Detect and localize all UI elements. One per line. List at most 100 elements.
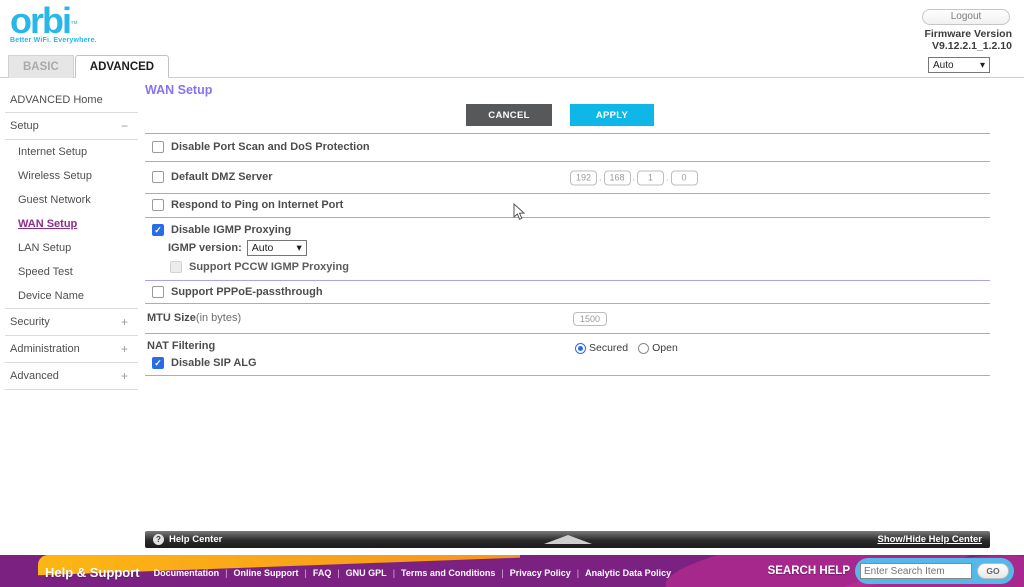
link-documentation[interactable]: Documentation	[154, 568, 220, 578]
nat-open-option[interactable]: Open	[638, 342, 678, 354]
main-content: WAN Setup CANCEL APPLY Disable Port Scan…	[145, 83, 990, 376]
port-scan-label: Disable Port Scan and DoS Protection	[171, 141, 370, 153]
footer-links: Documentation | Online Support | FAQ | G…	[154, 568, 672, 578]
open-radio[interactable]	[638, 343, 649, 354]
apply-button[interactable]: APPLY	[570, 104, 654, 126]
collapse-icon[interactable]: −	[121, 119, 128, 133]
open-label: Open	[652, 342, 678, 354]
wan-setup-form: Disable Port Scan and DoS Protection Def…	[145, 133, 990, 376]
tab-basic[interactable]: BASIC	[8, 55, 74, 78]
orbi-logo: orbi™ Better WiFi. Everywhere.	[10, 2, 97, 44]
chevron-down-icon: ▾	[296, 242, 301, 254]
sidebar-item-setup[interactable]: Setup−	[0, 113, 140, 139]
row-mtu: MTU Size(in bytes)	[145, 304, 990, 334]
sidebar-item-guest-network[interactable]: Guest Network	[0, 188, 140, 212]
dmz-ip-octet-3[interactable]	[637, 170, 664, 185]
firmware-version-block: Firmware Version V9.12.2.1_1.2.10	[924, 28, 1012, 52]
page-title: WAN Setup	[145, 83, 990, 97]
show-hide-help-link[interactable]: Show/Hide Help Center	[877, 534, 982, 545]
link-terms[interactable]: Terms and Conditions	[401, 568, 495, 578]
go-button[interactable]: GO	[977, 563, 1009, 579]
sidebar-item-advanced[interactable]: Advanced+	[0, 363, 140, 389]
sidebar-item-wireless-setup[interactable]: Wireless Setup	[0, 164, 140, 188]
row-nat: NAT Filtering Secured Open ✓	[145, 334, 990, 376]
secured-label: Secured	[589, 342, 628, 354]
firmware-version: V9.12.2.1_1.2.10	[924, 40, 1012, 52]
router-admin-page: orbi™ Better WiFi. Everywhere. Logout Fi…	[0, 0, 1024, 587]
language-dropdown[interactable]: Auto ▾	[928, 57, 990, 73]
pppoe-label: Support PPPoE-passthrough	[171, 286, 323, 298]
logout-button[interactable]: Logout	[922, 9, 1010, 25]
ping-checkbox[interactable]	[152, 199, 164, 211]
help-question-icon: ?	[153, 534, 164, 545]
row-port-scan: Disable Port Scan and DoS Protection	[145, 134, 990, 162]
row-dmz: Default DMZ Server . . .	[145, 162, 990, 194]
cancel-button[interactable]: CANCEL	[466, 104, 552, 126]
igmp-version-label: IGMP version:	[168, 242, 242, 254]
mtu-label-suffix: (in bytes)	[196, 312, 241, 324]
igmp-label: Disable IGMP Proxying	[171, 224, 291, 236]
row-pppoe: Support PPPoE-passthrough	[145, 281, 990, 304]
trademark-symbol: ™	[70, 20, 78, 29]
sip-alg-label: Disable SIP ALG	[171, 357, 257, 369]
pppoe-checkbox[interactable]	[152, 286, 164, 298]
link-gnu-gpl[interactable]: GNU GPL	[346, 568, 387, 578]
ping-label: Respond to Ping on Internet Port	[171, 199, 343, 211]
sidebar-divider	[5, 389, 138, 390]
sidebar-item-wan-setup[interactable]: WAN Setup	[0, 212, 140, 236]
search-pill: GO	[855, 558, 1014, 584]
expand-icon[interactable]: +	[121, 315, 128, 329]
dmz-ip-fields: . . .	[570, 170, 698, 185]
pccw-label: Support PCCW IGMP Proxying	[189, 261, 349, 273]
secured-radio[interactable]	[575, 343, 586, 354]
tab-bar: BASIC ADVANCED	[8, 55, 169, 78]
sidebar-item-security[interactable]: Security+	[0, 309, 140, 335]
sidebar-item-advanced-home[interactable]: ADVANCED Home	[0, 88, 140, 112]
link-analytic-data-policy[interactable]: Analytic Data Policy	[585, 568, 671, 578]
logo-text: orbi	[10, 0, 70, 41]
mtu-label: MTU Size	[147, 312, 196, 324]
dmz-ip-octet-2[interactable]	[604, 170, 631, 185]
dmz-label: Default DMZ Server	[171, 171, 272, 183]
ip-dot: .	[599, 173, 602, 183]
pccw-line: Support PCCW IGMP Proxying	[145, 261, 990, 273]
igmp-checkbox[interactable]: ✓	[152, 224, 164, 236]
link-online-support[interactable]: Online Support	[233, 568, 298, 578]
dmz-ip-octet-1[interactable]	[570, 170, 597, 185]
action-buttons: CANCEL APPLY	[145, 104, 990, 126]
igmp-version-dropdown[interactable]: Auto ▾	[247, 240, 307, 256]
expand-icon[interactable]: +	[121, 369, 128, 383]
link-privacy-policy[interactable]: Privacy Policy	[510, 568, 571, 578]
help-search-input[interactable]	[860, 563, 972, 579]
sidebar-item-lan-setup[interactable]: LAN Setup	[0, 236, 140, 260]
sidebar-item-administration[interactable]: Administration+	[0, 336, 140, 362]
mtu-size-input[interactable]	[573, 312, 607, 326]
nat-secured-option[interactable]: Secured	[575, 342, 628, 354]
pccw-checkbox[interactable]	[170, 261, 182, 273]
nat-radio-group: Secured Open	[575, 342, 678, 354]
igmp-version-line: IGMP version: Auto ▾	[145, 240, 990, 256]
sidebar-nav: ADVANCED Home Setup− Internet Setup Wire…	[0, 88, 140, 390]
expand-icon[interactable]: +	[121, 342, 128, 356]
link-faq[interactable]: FAQ	[313, 568, 332, 578]
help-panel-toggle-arrow-icon[interactable]	[544, 535, 592, 544]
dmz-checkbox[interactable]	[152, 171, 164, 183]
sip-alg-checkbox[interactable]: ✓	[152, 357, 164, 369]
row-ping: Respond to Ping on Internet Port	[145, 194, 990, 218]
help-support-title: Help & Support	[45, 565, 140, 580]
row-igmp: ✓ Disable IGMP Proxying IGMP version: Au…	[145, 218, 990, 281]
logo-tagline: Better WiFi. Everywhere.	[10, 37, 97, 44]
sidebar-item-speed-test[interactable]: Speed Test	[0, 260, 140, 284]
mouse-cursor-icon	[513, 203, 525, 226]
firmware-label: Firmware Version	[924, 28, 1012, 40]
dmz-ip-octet-4[interactable]	[671, 170, 698, 185]
sidebar-item-device-name[interactable]: Device Name	[0, 284, 140, 308]
ip-dot: .	[633, 173, 636, 183]
sidebar-item-internet-setup[interactable]: Internet Setup	[0, 140, 140, 164]
search-help-zone: SEARCH HELP GO	[768, 558, 1014, 584]
port-scan-checkbox[interactable]	[152, 141, 164, 153]
mtu-field-wrap	[573, 312, 607, 326]
nat-filtering-label: NAT Filtering	[145, 340, 990, 352]
tab-advanced[interactable]: ADVANCED	[75, 55, 169, 78]
chevron-down-icon: ▾	[980, 60, 985, 71]
